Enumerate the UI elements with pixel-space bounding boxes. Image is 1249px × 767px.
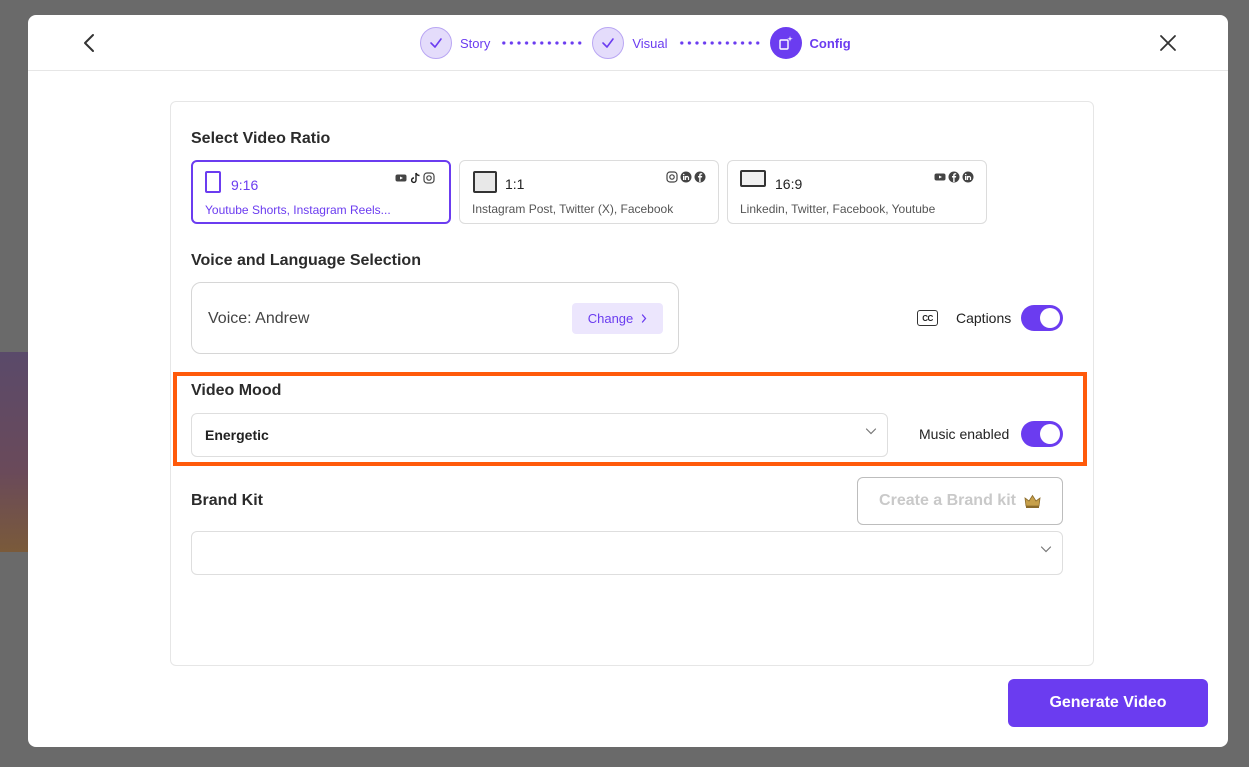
chevron-right-icon xyxy=(642,314,647,323)
square-ratio-icon xyxy=(473,171,497,193)
captions-label: Captions xyxy=(956,310,1012,326)
toggle-knob xyxy=(1040,424,1060,444)
selected-mood: Energetic xyxy=(205,427,269,443)
youtube-icon xyxy=(934,173,946,181)
captions-toggle[interactable] xyxy=(1021,305,1063,331)
create-brand-kit-label: Create a Brand kit xyxy=(879,492,1016,509)
brand-section-title: Brand Kit xyxy=(191,492,263,509)
instagram-icon xyxy=(423,172,435,184)
config-modal: Story Visual Config Select Video Ratio 9… xyxy=(28,15,1228,747)
platform-icons xyxy=(395,172,435,184)
generate-video-button[interactable]: Generate Video xyxy=(1008,679,1208,727)
close-button[interactable] xyxy=(1154,29,1182,57)
video-mood-select[interactable]: Energetic xyxy=(191,413,888,457)
step-label: Visual xyxy=(632,35,668,51)
platform-icons xyxy=(934,171,974,183)
chevron-down-icon xyxy=(1040,546,1052,553)
tiktok-icon xyxy=(410,172,420,184)
portrait-ratio-icon xyxy=(205,171,221,193)
chevron-left-icon xyxy=(84,34,94,52)
voice-section-title: Voice and Language Selection xyxy=(191,252,421,269)
close-icon xyxy=(1160,35,1176,51)
change-label: Change xyxy=(587,311,634,326)
ratio-label: 1:1 xyxy=(505,176,525,192)
instagram-icon xyxy=(666,171,678,183)
facebook-icon xyxy=(948,171,960,183)
ratio-platforms: Instagram Post, Twitter (X), Facebook xyxy=(472,202,674,216)
step-visual[interactable]: Visual xyxy=(592,27,668,59)
step-connector xyxy=(677,41,762,45)
ratio-option-16-9[interactable]: 16:9 Linkedin, Twitter, Facebook, Youtub… xyxy=(727,160,987,224)
step-label: Story xyxy=(460,35,491,51)
crown-icon xyxy=(1024,494,1041,508)
ratio-label: 16:9 xyxy=(775,176,803,192)
youtube-icon xyxy=(395,174,407,182)
config-card: Select Video Ratio 9:16 Youtube Shorts, … xyxy=(170,101,1094,666)
music-label: Music enabled xyxy=(919,426,1010,442)
change-voice-button[interactable]: Change xyxy=(572,303,663,334)
voice-value: Voice: Andrew xyxy=(208,310,310,327)
landscape-ratio-icon xyxy=(740,170,766,187)
ratio-section-title: Select Video Ratio xyxy=(191,130,331,147)
facebook-icon xyxy=(694,171,706,183)
music-toggle[interactable] xyxy=(1021,421,1063,447)
mood-section-title: Video Mood xyxy=(191,382,282,399)
ratio-option-1-1[interactable]: 1:1 Instagram Post, Twitter (X), Faceboo… xyxy=(459,160,719,224)
step-config[interactable]: Config xyxy=(769,27,851,59)
chevron-down-icon xyxy=(865,428,877,435)
closed-captions-icon: CC xyxy=(917,310,938,326)
check-icon xyxy=(420,27,452,59)
config-sparkle-icon xyxy=(769,27,802,59)
toggle-knob xyxy=(1040,308,1060,328)
linkedin-icon xyxy=(680,171,692,183)
linkedin-icon xyxy=(962,171,974,183)
step-label: Config xyxy=(809,35,851,51)
voice-selector: Voice: Andrew Change xyxy=(191,282,679,354)
platform-icons xyxy=(666,171,706,183)
background-thumbnail xyxy=(0,352,28,552)
ratio-platforms: Linkedin, Twitter, Facebook, Youtube xyxy=(740,202,936,216)
back-button[interactable] xyxy=(78,29,100,57)
modal-header: Story Visual Config xyxy=(28,15,1228,71)
ratio-option-9-16[interactable]: 9:16 Youtube Shorts, Instagram Reels... xyxy=(191,160,451,224)
progress-stepper: Story Visual Config xyxy=(420,26,851,60)
ratio-label: 9:16 xyxy=(231,177,259,193)
ratio-platforms: Youtube Shorts, Instagram Reels... xyxy=(205,203,391,217)
step-connector xyxy=(500,41,585,45)
create-brand-kit-button[interactable]: Create a Brand kit xyxy=(857,477,1063,525)
check-icon xyxy=(592,27,625,59)
brand-kit-select[interactable] xyxy=(191,531,1063,575)
step-story[interactable]: Story xyxy=(420,27,490,59)
